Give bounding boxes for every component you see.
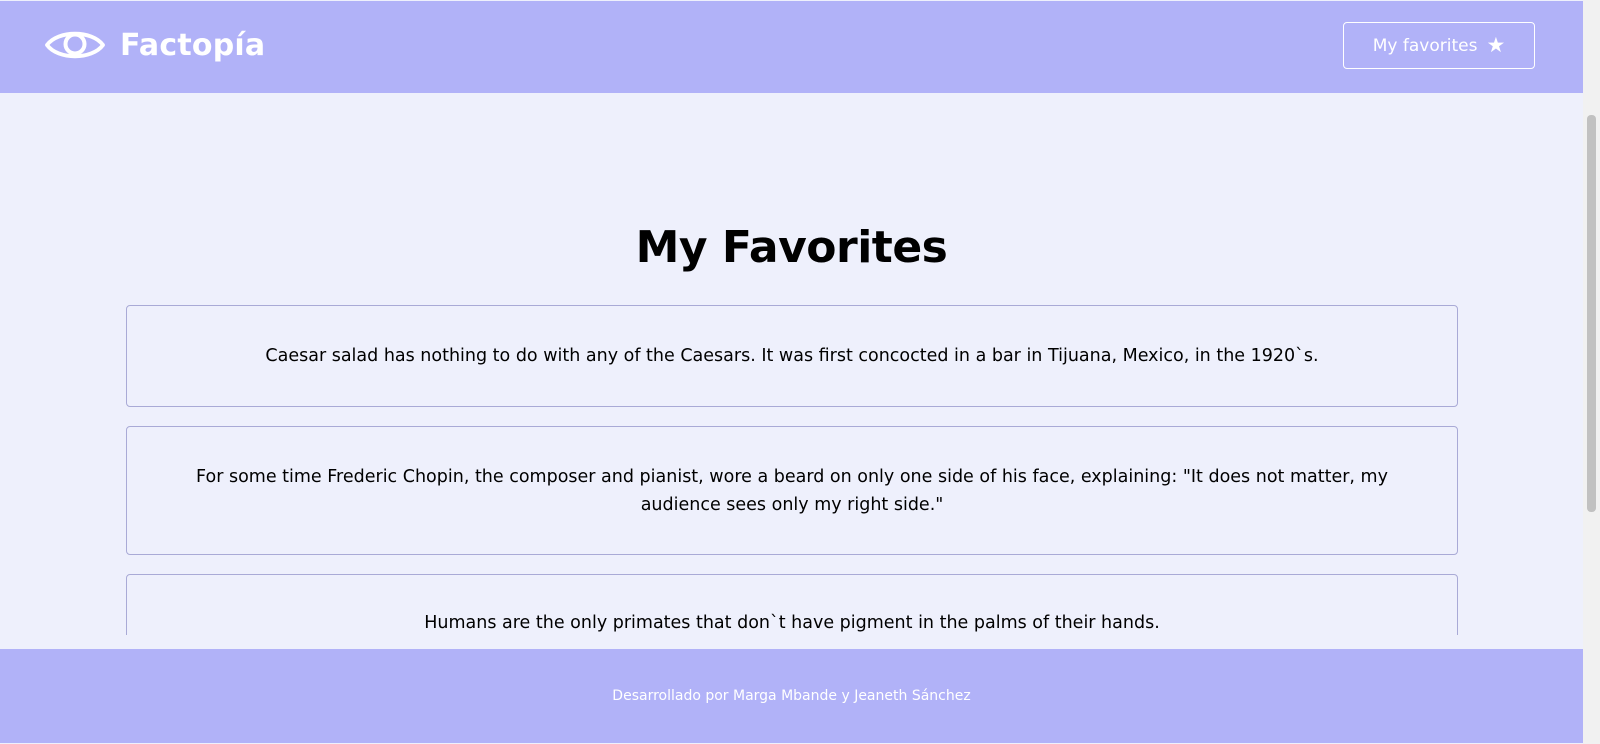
my-favorites-button[interactable]: My favorites ★ xyxy=(1343,22,1535,69)
top-navbar: Factopía My favorites ★ xyxy=(0,1,1583,93)
fact-card[interactable]: Humans are the only primates that don`t … xyxy=(126,574,1458,635)
fact-card[interactable]: For some time Frederic Chopin, the compo… xyxy=(126,426,1458,555)
fact-card[interactable]: Caesar salad has nothing to do with any … xyxy=(126,305,1458,407)
app-window: Factopía My favorites ★ My Favorites Cae… xyxy=(0,0,1600,744)
brand-name: Factopía xyxy=(120,27,266,63)
brand-logo[interactable]: Factopía xyxy=(44,23,265,67)
my-favorites-label: My favorites xyxy=(1372,35,1478,56)
eye-icon xyxy=(44,25,106,65)
scrollbar-thumb[interactable] xyxy=(1587,115,1596,512)
vertical-scrollbar[interactable] xyxy=(1583,0,1600,744)
footer-credits: Desarrollado por Marga Mbande y Jeaneth … xyxy=(612,688,971,704)
favorites-list: Caesar salad has nothing to do with any … xyxy=(126,305,1458,635)
fact-text: Humans are the only primates that don`t … xyxy=(424,613,1160,633)
fact-text: Caesar salad has nothing to do with any … xyxy=(265,346,1319,366)
star-icon: ★ xyxy=(1486,33,1506,57)
fact-text: For some time Frederic Chopin, the compo… xyxy=(196,466,1388,515)
page-title: My Favorites xyxy=(635,222,948,273)
page-viewport: Factopía My favorites ★ My Favorites Cae… xyxy=(0,0,1583,744)
footer: Desarrollado por Marga Mbande y Jeaneth … xyxy=(0,649,1583,743)
